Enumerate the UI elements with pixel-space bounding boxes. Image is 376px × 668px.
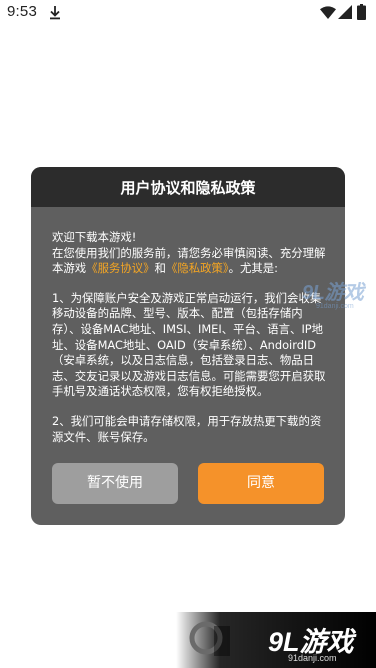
watermark-logo: 9L游戏 91danji.com: [302, 276, 364, 310]
wifi-icon: [320, 6, 336, 19]
welcome-text: 欢迎下载本游戏!: [52, 230, 137, 244]
point-1-paragraph: 1、为保障账户安全及游戏正常启动运行，我们会收集移动设备的品牌、型号、版本、配置…: [52, 290, 326, 399]
watermark-glyph-icon: [189, 621, 230, 656]
dialog-title: 用户协议和隐私政策: [31, 167, 345, 207]
agree-button[interactable]: 同意: [198, 463, 324, 504]
signal-icon: [338, 5, 352, 19]
watermark-url: 91danji.com: [316, 303, 354, 310]
status-bar: 9:53: [0, 0, 376, 26]
intro-end-text: 。尤其是:: [228, 261, 279, 276]
download-icon: [50, 6, 60, 20]
bottom-watermark-url: 91danji.com: [288, 653, 337, 663]
point-2-paragraph: 2、我们可能会申请存储权限，用于存放热更下载的资源文件、账号保存。: [52, 413, 322, 444]
service-agreement-link[interactable]: 《服务协议》: [86, 261, 154, 275]
watermark-brand: 9L游戏: [302, 282, 364, 304]
dialog-body: 欢迎下载本游戏! 在您使用我们的服务前，请您务必审慎阅读、充分理解本游戏《服务协…: [52, 230, 328, 459]
intro-and-text: 和: [154, 261, 166, 276]
agreement-dialog: 用户协议和隐私政策 欢迎下载本游戏! 在您使用我们的服务前，请您务必审慎阅读、充…: [31, 167, 345, 525]
battery-icon: [357, 4, 366, 20]
decline-button[interactable]: 暂不使用: [52, 463, 178, 504]
privacy-policy-link[interactable]: 《隐私政策》: [166, 261, 229, 275]
bottom-watermark: 9L游戏 91danji.com: [176, 612, 376, 668]
status-time: 9:53: [7, 3, 37, 20]
intro-paragraph: 欢迎下载本游戏! 在您使用我们的服务前，请您务必审慎阅读、充分理解本游戏《服务协…: [52, 230, 328, 277]
